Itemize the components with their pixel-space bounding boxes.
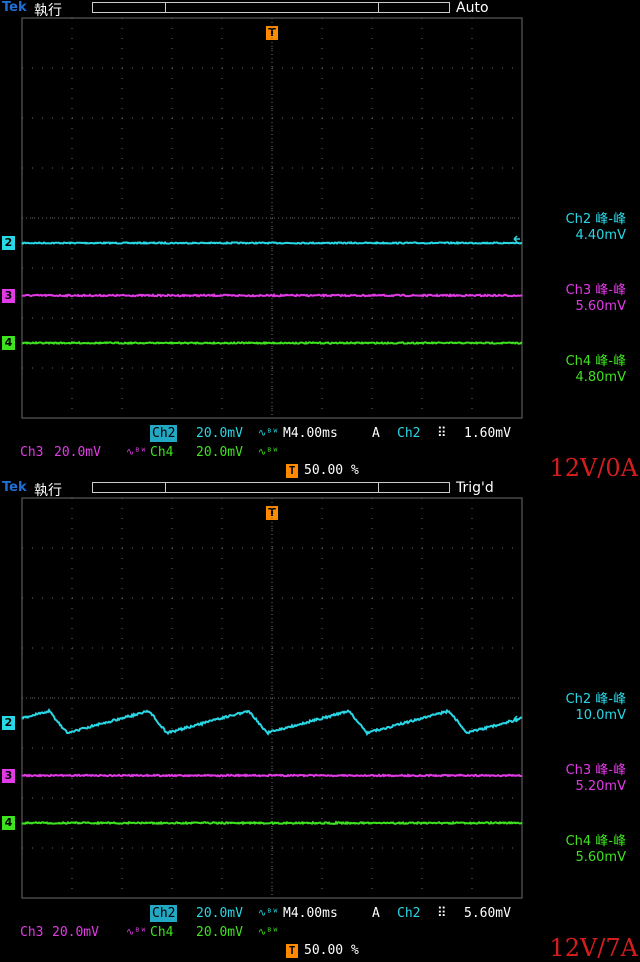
bw-limit-icon: ∿ᴮᵂ	[258, 447, 279, 458]
ch3-label: Ch3	[20, 925, 44, 940]
acquisition-mode: A	[372, 906, 380, 921]
scope-panel-top: Tek 執行 Auto T 2 3 4 Ch2 峰-峰 4.40mV Ch3 峰…	[0, 0, 640, 482]
measurement-name: Ch3 峰-峰	[565, 283, 626, 298]
ch3-ground-marker: 3	[2, 768, 15, 783]
bw-limit-icon: ∿ᴮᵂ	[258, 908, 279, 919]
bw-limit-icon: ∿ᴮᵂ	[258, 927, 279, 938]
waveform-ch2	[21, 240, 523, 246]
trigger-position-icon: T	[286, 464, 298, 478]
measurement-value: 5.20mV	[575, 779, 626, 794]
trigger-level-arrow-icon	[513, 235, 520, 243]
timebase: M4.00ms	[283, 906, 338, 921]
trigger-position: 50.00 %	[304, 943, 359, 958]
trigger-position: 50.00 %	[304, 463, 359, 478]
ch2-label: Ch2	[150, 905, 178, 922]
waveform-ch3	[21, 292, 523, 298]
timebase: M4.00ms	[283, 426, 338, 441]
ch3-ground-marker: 3	[2, 288, 15, 303]
trigger-position-icon: T	[286, 944, 298, 958]
ch4-ground-marker: 4	[2, 336, 15, 350]
waveform-ch3	[21, 773, 523, 778]
waveform-display	[21, 17, 523, 419]
measurement-name: Ch3 峰-峰	[565, 763, 626, 778]
ch3-pk-pk-readout: Ch3 峰-峰 5.20mV	[566, 763, 626, 795]
measurement-value: 4.80mV	[575, 370, 626, 385]
ch4-label: Ch4	[150, 925, 174, 940]
ch2-scale: 20.0mV	[196, 426, 243, 441]
scope-panel-bottom: Tek 執行 Trig'd T 2 3 4 Ch2 峰-峰 10.0mV Ch3…	[0, 480, 640, 962]
trigger-source: Ch2	[397, 426, 421, 441]
ch4-pk-pk-readout: Ch4 峰-峰 4.80mV	[566, 354, 626, 386]
measurement-value: 4.40mV	[575, 228, 626, 243]
condition-label: 12V/0A	[549, 454, 638, 482]
trigger-source: Ch2	[397, 906, 421, 921]
measurement-name: Ch2 峰-峰	[565, 212, 626, 227]
trigger-level: 5.60mV	[464, 906, 511, 921]
measurement-value: 5.60mV	[575, 850, 626, 865]
ch4-pk-pk-readout: Ch4 峰-峰 5.60mV	[566, 834, 626, 866]
ch2-pk-pk-readout: Ch2 峰-峰 4.40mV	[566, 212, 626, 244]
ch4-scale: 20.0mV	[196, 445, 243, 460]
ch4-label: Ch4	[150, 445, 174, 460]
rising-edge-icon: ⠿	[437, 426, 447, 441]
waveform-ch4	[21, 820, 523, 826]
measurement-value: 5.60mV	[575, 299, 626, 314]
ch2-ground-marker: 2	[2, 236, 15, 250]
ch2-scale: 20.0mV	[196, 906, 243, 921]
ch2-ground-marker: 2	[2, 716, 15, 730]
measurement-name: Ch4 峰-峰	[565, 354, 626, 369]
ch3-pk-pk-readout: Ch3 峰-峰 5.60mV	[566, 283, 626, 315]
waveform-ch4	[21, 340, 523, 346]
ch3-label: Ch3	[20, 445, 44, 460]
ch4-scale: 20.0mV	[196, 925, 243, 940]
ch3-scale: 20.0mV	[52, 444, 103, 461]
bw-limit-icon: ∿ᴮᵂ	[126, 927, 147, 938]
acquisition-mode: A	[372, 426, 380, 441]
waveform-display	[21, 497, 523, 899]
trigger-level: 1.60mV	[464, 426, 511, 441]
ch4-ground-marker: 4	[2, 816, 15, 830]
bw-limit-icon: ∿ᴮᵂ	[126, 447, 147, 458]
ch2-pk-pk-readout: Ch2 峰-峰 10.0mV	[566, 692, 626, 724]
ch3-scale: 20.0mV	[52, 925, 99, 940]
bw-limit-icon: ∿ᴮᵂ	[258, 428, 279, 439]
rising-edge-icon: ⠿	[437, 906, 447, 921]
measurement-name: Ch4 峰-峰	[565, 834, 626, 849]
measurement-value: 10.0mV	[575, 708, 626, 723]
ch2-label: Ch2	[150, 425, 178, 442]
measurement-name: Ch2 峰-峰	[565, 692, 626, 707]
condition-label: 12V/7A	[549, 934, 638, 962]
